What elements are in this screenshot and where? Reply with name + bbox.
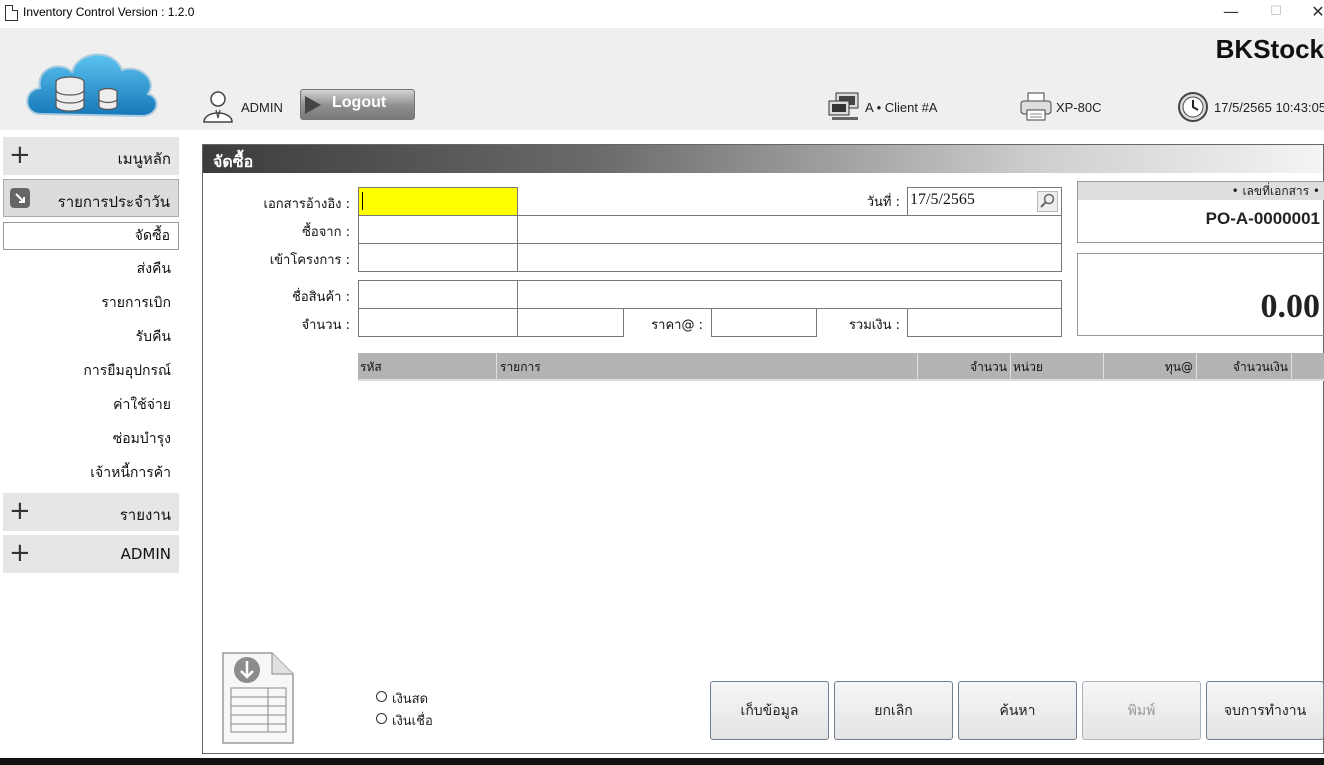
sidebar-item-borrow[interactable]: การยืมอุปกรณ์ — [3, 354, 179, 388]
menu-daily-toggle[interactable]: รายการประจำวัน — [3, 179, 179, 217]
panel-title-bar: จัดซื้อ — [203, 145, 1323, 173]
col-amount[interactable]: จำนวนเงิน — [1197, 353, 1292, 379]
sum-input[interactable] — [907, 308, 1062, 337]
user-icon — [203, 91, 233, 123]
document-number-box: • เลขที่เอกสาร • PO-A-0000001 — [1077, 181, 1324, 243]
app-header: BKStock ADMIN Logout A • Client #A XP-80… — [0, 28, 1324, 130]
menu-admin-toggle[interactable]: + ADMIN — [3, 535, 179, 573]
sidebar-item-creditors[interactable]: เจ้าหนี้การค้า — [3, 456, 179, 490]
qty-input[interactable] — [358, 308, 518, 337]
logout-label: Logout — [332, 94, 387, 111]
items-table-body[interactable] — [358, 382, 1324, 672]
search-icon[interactable] — [1037, 191, 1058, 212]
date-label: วันที่ : — [866, 195, 900, 210]
col-item[interactable]: รายการ — [497, 353, 918, 379]
menu-main-label: เมนูหลัก — [117, 150, 171, 168]
finish-button[interactable]: จบการทำงาน — [1206, 681, 1324, 740]
supplier-name-input[interactable] — [517, 215, 1062, 244]
document-icon — [5, 5, 18, 21]
project-code-input[interactable] — [358, 243, 518, 272]
sidebar-item-receive-return[interactable]: รับคืน — [3, 320, 179, 354]
col-qty[interactable]: จำนวน — [918, 353, 1011, 379]
maximize-button[interactable]: ☐ — [1253, 0, 1299, 26]
collapse-arrow-icon — [10, 188, 30, 208]
sum-label: รวมเงิน : — [848, 318, 900, 333]
menu-daily-label: รายการประจำวัน — [57, 193, 170, 211]
print-button[interactable]: พิมพ์ — [1082, 681, 1201, 740]
product-name-input[interactable] — [517, 280, 1062, 309]
credit-radio[interactable] — [376, 713, 387, 724]
doc-no-value: PO-A-0000001 — [1205, 209, 1320, 228]
product-label: ชื่อสินค้า : — [292, 290, 350, 305]
plus-icon: + — [9, 140, 31, 170]
menu-report-label: รายงาน — [119, 506, 171, 524]
plus-icon: + — [9, 496, 31, 526]
window-bottom-border — [0, 758, 1324, 765]
sidebar-item-return[interactable]: ส่งคืน — [3, 252, 179, 286]
qty-label: จำนวน : — [301, 318, 350, 333]
doc-no-label: • เลขที่เอกสาร • — [1078, 182, 1324, 200]
date-field[interactable]: 17/5/2565 — [907, 187, 1062, 216]
spreadsheet-document-icon[interactable] — [220, 650, 296, 746]
network-computer-icon — [828, 92, 859, 120]
database-cloud-logo — [26, 53, 158, 118]
sidebar-item-withdraw[interactable]: รายการเบิก — [3, 286, 179, 320]
credit-label: เงินเชื่อ — [392, 714, 433, 729]
window-title-bar: Inventory Control Version : 1.2.0 — ☐ ✕ — [0, 0, 1324, 26]
text-cursor — [362, 192, 363, 210]
sidebar-item-expense[interactable]: ค่าใช้จ่าย — [3, 388, 179, 422]
col-unit[interactable]: หน่วย — [1011, 353, 1104, 379]
close-button[interactable]: ✕ — [1295, 0, 1324, 26]
menu-admin-label: ADMIN — [120, 545, 171, 563]
clock-icon — [1178, 92, 1208, 122]
search-button[interactable]: ค้นหา — [958, 681, 1077, 740]
plus-icon: + — [9, 538, 31, 568]
price-label: ราคา@ : — [651, 318, 703, 333]
supplier-code-input[interactable] — [358, 215, 518, 244]
sidebar-item-maintenance[interactable]: ซ่อมบำรุง — [3, 422, 179, 456]
ref-label: เอกสารอ้างอิง : — [263, 197, 350, 212]
total-value: 0.00 — [1260, 288, 1321, 325]
project-name-input[interactable] — [517, 243, 1062, 272]
play-icon — [305, 96, 321, 114]
product-code-input[interactable] — [358, 280, 518, 309]
panel-title: จัดซื้อ — [213, 152, 254, 171]
printer-name: XP-80C — [1056, 100, 1102, 115]
printer-icon — [1020, 92, 1052, 121]
cash-label: เงินสด — [392, 692, 429, 707]
project-label: เข้าโครงการ : — [269, 253, 350, 268]
menu-report-toggle[interactable]: + รายงาน — [3, 493, 179, 531]
cancel-button[interactable]: ยกเลิก — [834, 681, 953, 740]
save-button[interactable]: เก็บข้อมูล — [710, 681, 829, 740]
username: ADMIN — [241, 100, 283, 115]
window-title: Inventory Control Version : 1.2.0 — [23, 5, 195, 19]
logout-button[interactable]: Logout — [300, 89, 415, 120]
minimize-button[interactable]: — — [1208, 0, 1254, 26]
price-input[interactable] — [711, 308, 817, 337]
cash-radio[interactable] — [376, 691, 387, 702]
col-code[interactable]: รหัส — [358, 353, 497, 379]
col-cost[interactable]: ทุน@ — [1104, 353, 1197, 379]
brand-name: BKStock — [1215, 34, 1324, 64]
menu-main-toggle[interactable]: + เมนูหลัก — [3, 137, 179, 175]
total-box: 0.00 — [1077, 253, 1324, 336]
ref-input[interactable] — [358, 187, 518, 216]
date-value: 17/5/2565 — [910, 191, 975, 208]
datetime: 17/5/2565 10:43:05 — [1214, 100, 1324, 115]
unit-input[interactable] — [517, 308, 624, 337]
client-name: A • Client #A — [865, 100, 938, 115]
items-table-header: รหัส รายการ จำนวน หน่วย ทุน@ จำนวนเงิน — [358, 353, 1324, 381]
sidebar-item-purchase[interactable]: จัดซื้อ — [3, 222, 179, 250]
buy-from-label: ซื้อจาก : — [302, 225, 350, 240]
